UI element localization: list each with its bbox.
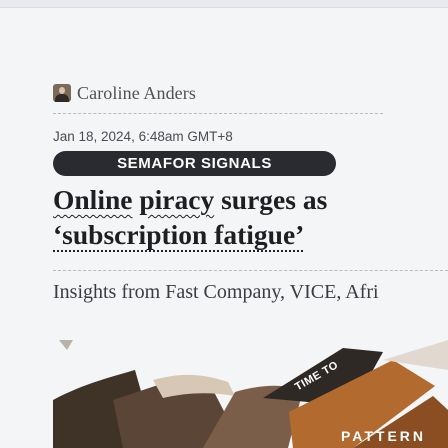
headline-rest: surges as xyxy=(221,184,328,215)
source-tag-badge[interactable]: SEMAFOR SIGNALS xyxy=(53,151,336,176)
hero-sign-text-2: PATTERN xyxy=(341,428,427,444)
publish-timestamp: Jan 18, 2024, 6:48am GMT+8 xyxy=(53,129,233,144)
author-avatar-icon xyxy=(53,84,71,102)
hero-image[interactable]: TIME TO PATTERN xyxy=(53,340,448,448)
author-byline[interactable]: Caroline Anders xyxy=(53,71,196,115)
source-tag-label: SEMAFOR SIGNALS xyxy=(117,155,272,172)
headline-line-1: Online piracy surges as xyxy=(53,182,448,217)
headline-line-2: ‘subscription fatigue’ xyxy=(53,219,305,250)
author-name[interactable]: Caroline Anders xyxy=(77,83,196,104)
top-strip xyxy=(0,0,448,8)
article-headline[interactable]: Online piracy surges as ‘subscription fa… xyxy=(53,182,448,252)
author-divider xyxy=(53,113,383,114)
article-dek: Insights from Fast Company, VICE, Afri xyxy=(53,281,379,303)
headline-word-online: Online xyxy=(53,184,133,215)
headline-word-piracy: piracy xyxy=(139,184,215,215)
headline-divider xyxy=(53,270,448,271)
